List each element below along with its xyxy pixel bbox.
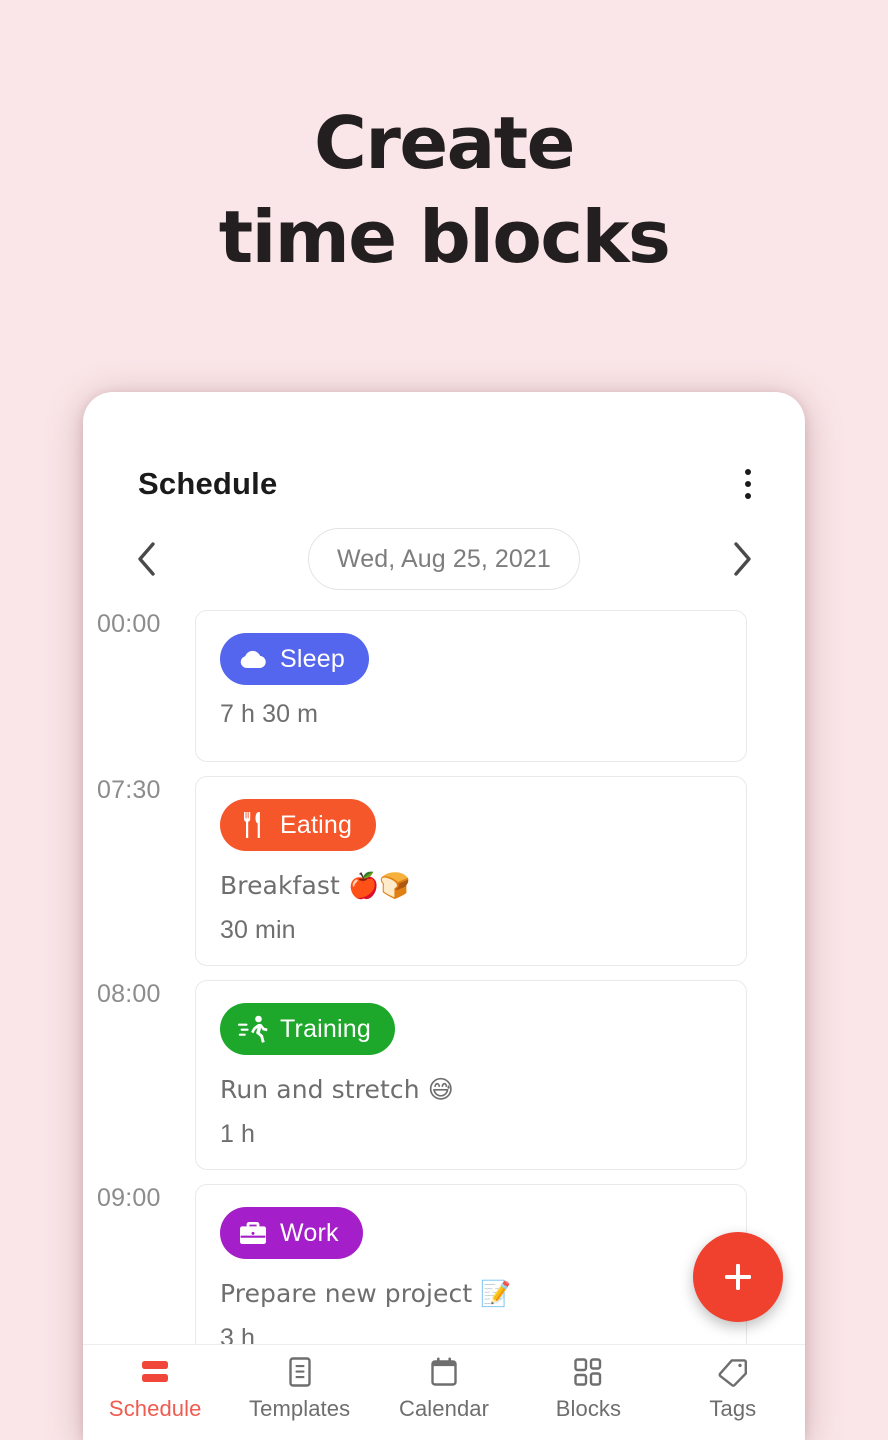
nav-label: Templates	[249, 1396, 351, 1421]
block-duration: 7 h 30 m	[220, 700, 319, 728]
block-note: Breakfast 🍎🍞	[220, 871, 411, 900]
document-lines-icon	[286, 1355, 314, 1389]
nav-item-templates[interactable]: Templates	[227, 1355, 371, 1422]
promo-heading: Create time blocks	[0, 96, 888, 284]
fork-knife-icon	[238, 810, 268, 840]
timeline-list[interactable]: 00:00 Sleep 7 h 30 m 07:30 Eating Breakf…	[83, 610, 805, 1344]
kebab-dot	[745, 481, 751, 487]
tag-chip-label: Training	[280, 1014, 371, 1043]
nav-item-tags[interactable]: Tags	[661, 1355, 805, 1422]
timeline-row: 07:30 Eating Breakfast 🍎🍞 30 min	[83, 776, 805, 966]
time-block-card[interactable]: Eating Breakfast 🍎🍞 30 min	[195, 776, 747, 966]
kebab-dot	[745, 493, 751, 499]
tag-chip[interactable]: Eating	[220, 799, 377, 851]
date-selector: Wed, Aug 25, 2021	[83, 524, 805, 594]
time-label: 07:30	[97, 776, 161, 804]
tag-chip[interactable]: Work	[220, 1207, 363, 1259]
promo-heading-line-1: Create	[313, 101, 576, 185]
add-block-fab[interactable]	[693, 1232, 783, 1322]
promo-heading-line-2: time blocks	[218, 195, 671, 279]
tag-chip-label: Sleep	[280, 644, 345, 673]
timeline-row: 08:00 Training Run and stretch 😅 1 h	[83, 980, 805, 1170]
time-label: 08:00	[97, 980, 161, 1008]
nav-item-blocks[interactable]: Blocks	[516, 1355, 660, 1422]
tag-icon	[717, 1355, 749, 1389]
nav-label: Tags	[709, 1396, 757, 1421]
calendar-icon	[429, 1355, 459, 1389]
cloud-icon	[238, 644, 268, 674]
schedule-bars-icon	[139, 1355, 171, 1389]
block-note: Prepare new project 📝	[220, 1279, 512, 1308]
time-block-card[interactable]: Training Run and stretch 😅 1 h	[195, 980, 747, 1170]
tag-chip-label: Work	[280, 1218, 339, 1247]
nav-item-calendar[interactable]: Calendar	[372, 1355, 516, 1422]
block-duration: 30 min	[220, 916, 296, 944]
block-duration: 1 h	[220, 1120, 256, 1148]
bottom-navigation: Schedule Templates Calendar Blocks Tags	[83, 1344, 805, 1440]
nav-label: Blocks	[555, 1396, 622, 1421]
page-title: Schedule	[138, 466, 278, 501]
nav-label: Calendar	[398, 1396, 490, 1421]
chevron-left-icon[interactable]	[123, 534, 169, 584]
kebab-dot	[745, 469, 751, 475]
nav-label: Schedule	[108, 1396, 202, 1421]
plus-icon	[725, 1264, 751, 1290]
time-block-card[interactable]: Sleep 7 h 30 m	[195, 610, 747, 762]
tag-chip[interactable]: Training	[220, 1003, 395, 1055]
time-label: 00:00	[97, 610, 161, 638]
kebab-menu-icon[interactable]	[731, 464, 765, 504]
phone-mockup: Schedule Wed, Aug 25, 2021 00:00 Sleep 7…	[83, 392, 805, 1440]
block-duration: 3 h	[220, 1324, 256, 1344]
app-bar: Schedule	[83, 454, 805, 514]
timeline-row: 00:00 Sleep 7 h 30 m	[83, 610, 805, 762]
time-block-card[interactable]: Work Prepare new project 📝 3 h	[195, 1184, 747, 1344]
grid-blocks-icon	[573, 1355, 603, 1389]
chevron-right-icon[interactable]	[719, 534, 765, 584]
nav-item-schedule[interactable]: Schedule	[83, 1355, 227, 1422]
running-person-icon	[238, 1014, 268, 1044]
tag-chip-label: Eating	[280, 810, 353, 839]
block-note: Run and stretch 😅	[220, 1075, 454, 1104]
time-label: 09:00	[97, 1184, 161, 1212]
tag-chip[interactable]: Sleep	[220, 633, 369, 685]
briefcase-icon	[238, 1218, 268, 1248]
date-pill[interactable]: Wed, Aug 25, 2021	[308, 528, 580, 590]
